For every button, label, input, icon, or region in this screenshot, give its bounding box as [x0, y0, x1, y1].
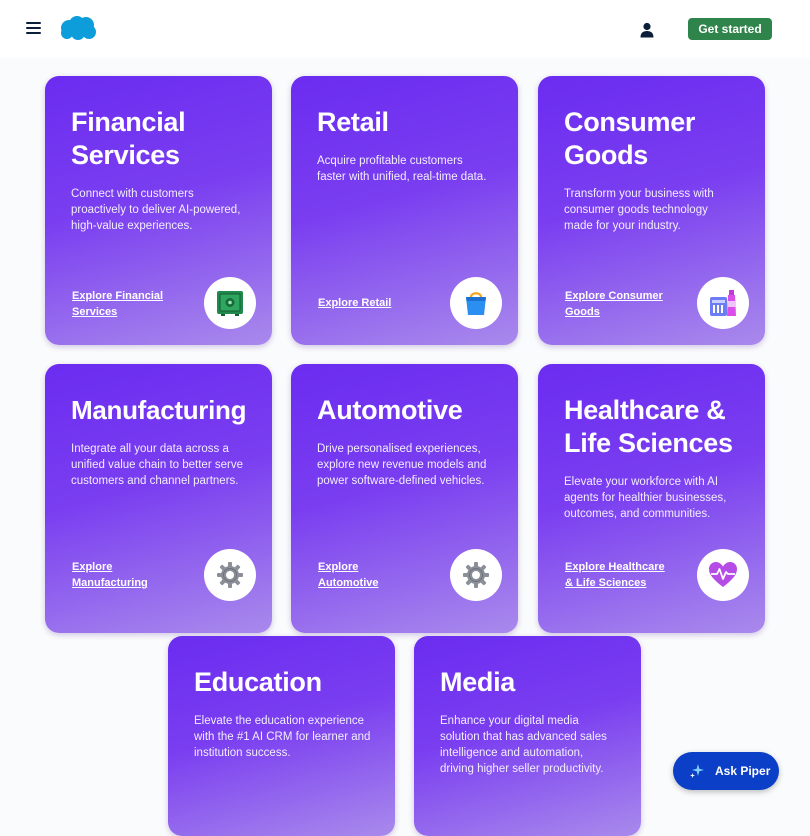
explore-healthcare-life-sciences-link[interactable]: Explore Healthcare & Life Sciences [565, 559, 675, 591]
card-title: Financial Services [71, 107, 186, 170]
explore-retail-link[interactable]: Explore Retail [318, 295, 428, 311]
explore-automotive-link[interactable]: Explore Automotive [318, 559, 398, 591]
get-started-button[interactable]: Get started [688, 18, 772, 40]
ask-piper-label: Ask Piper [715, 764, 771, 778]
card-title: Healthcare & Life Sciences [564, 395, 733, 458]
card-title: Retail [317, 107, 389, 137]
sparkle-icon [690, 764, 704, 778]
card-icon-badge [450, 277, 502, 329]
gear-icon [217, 562, 243, 588]
safe-icon [217, 291, 243, 316]
menu-icon[interactable] [26, 21, 41, 35]
industry-card-media[interactable]: Media Enhance your digital media solutio… [414, 636, 641, 836]
explore-consumer-goods-link[interactable]: Explore Consumer Goods [565, 288, 675, 320]
shopping-bag-icon [466, 292, 486, 315]
industry-card-retail[interactable]: Retail Acquire profitable customers fast… [291, 76, 518, 345]
card-description: Drive personalised experiences, explore … [317, 443, 487, 487]
industry-card-education[interactable]: Education Elevate the education experien… [168, 636, 395, 836]
card-icon-badge [697, 549, 749, 601]
card-title: Automotive [317, 395, 463, 425]
card-description: Transform your business with consumer go… [564, 188, 714, 232]
industry-card-financial-services[interactable]: Financial Services Connect with customer… [45, 76, 272, 345]
gear-icon [463, 562, 489, 588]
user-icon[interactable] [639, 22, 655, 38]
card-description: Elevate the education experience with th… [194, 715, 371, 759]
card-description: Connect with customers proactively to de… [71, 188, 241, 232]
card-description: Elevate your workforce with AI agents fo… [564, 476, 727, 520]
explore-manufacturing-link[interactable]: Explore Manufacturing [72, 559, 182, 591]
industry-card-healthcare-life-sciences[interactable]: Healthcare & Life Sciences Elevate your … [538, 364, 765, 633]
industry-card-manufacturing[interactable]: Manufacturing Integrate all your data ac… [45, 364, 272, 633]
card-description: Integrate all your data across a unified… [71, 443, 243, 487]
card-title: Consumer Goods [564, 107, 696, 170]
salesforce-cloud-logo[interactable] [58, 14, 98, 42]
card-icon-badge [204, 277, 256, 329]
card-icon-badge [450, 549, 502, 601]
top-navigation: Get started [0, 0, 810, 58]
consumer-goods-icon [710, 290, 736, 316]
card-title: Education [194, 667, 322, 697]
card-title: Manufacturing [71, 395, 247, 425]
card-description: Acquire profitable customers faster with… [317, 155, 487, 183]
explore-financial-services-link[interactable]: Explore Financial Services [72, 288, 182, 320]
ask-piper-button[interactable]: Ask Piper [673, 752, 779, 790]
industry-card-automotive[interactable]: Automotive Drive personalised experience… [291, 364, 518, 633]
card-icon-badge [697, 277, 749, 329]
card-description: Enhance your digital media solution that… [440, 715, 607, 775]
heart-rate-icon [709, 562, 737, 587]
industry-card-consumer-goods[interactable]: Consumer Goods Transform your business w… [538, 76, 765, 345]
card-icon-badge [204, 549, 256, 601]
card-title: Media [440, 667, 516, 697]
